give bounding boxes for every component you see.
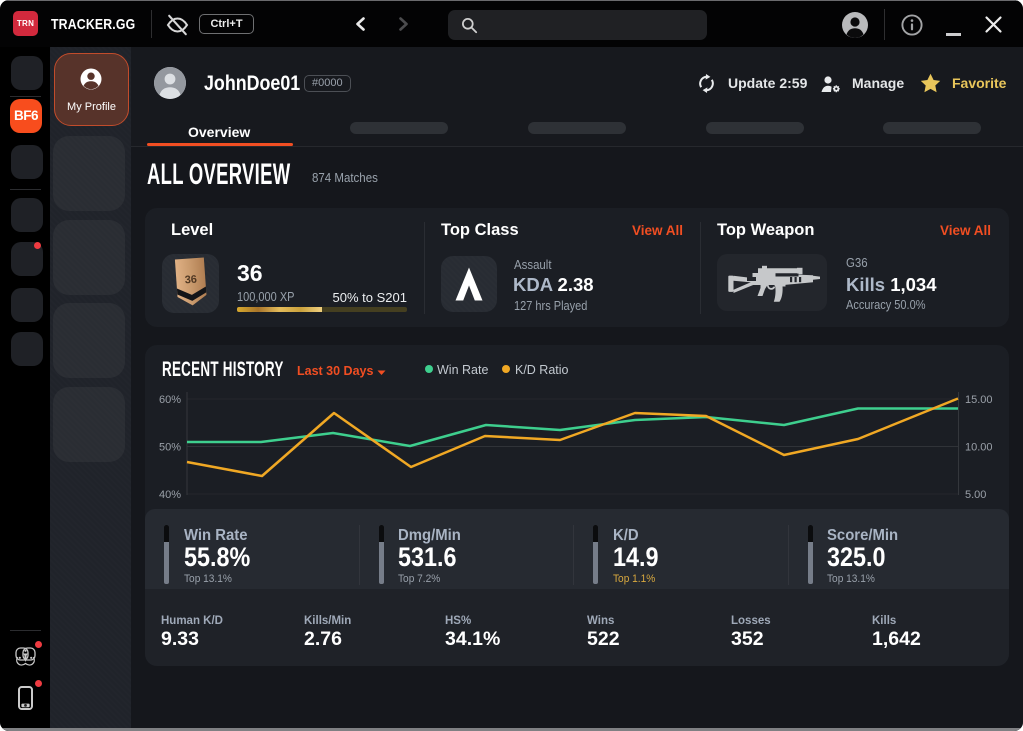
svg-text:50%: 50% — [159, 442, 181, 454]
svg-text:15.00: 15.00 — [965, 394, 993, 406]
svg-text:60%: 60% — [159, 394, 181, 406]
svg-text:10.00: 10.00 — [965, 442, 993, 454]
svg-text:40%: 40% — [159, 489, 181, 501]
svg-text:5.00: 5.00 — [965, 489, 986, 501]
svg-text:36: 36 — [184, 274, 197, 287]
